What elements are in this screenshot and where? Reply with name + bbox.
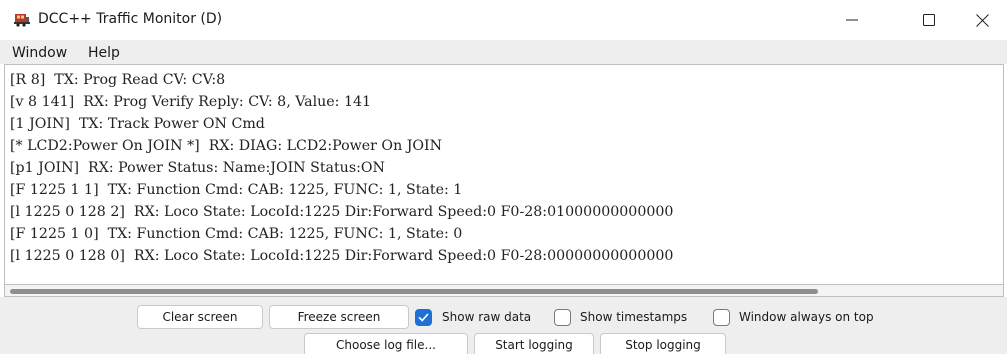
- freeze-screen-button[interactable]: Freeze screen: [269, 305, 409, 329]
- close-icon: [975, 13, 989, 27]
- log-line: [l 1225 0 128 2] RX: Loco State: LocoId:…: [10, 204, 674, 220]
- start-logging-button[interactable]: Start logging: [474, 333, 594, 354]
- show-timestamps-checkbox[interactable]: [554, 309, 571, 326]
- log-line: [F 1225 1 0] TX: Function Cmd: CAB: 1225…: [10, 226, 463, 242]
- title-bar: DCC++ Traffic Monitor (D): [0, 0, 1007, 40]
- choose-log-file-button[interactable]: Choose log file...: [304, 333, 468, 354]
- menu-bar: Window Help: [0, 40, 1007, 64]
- log-console[interactable]: [R 8] TX: Prog Read CV: CV:8 [v 8 141] R…: [4, 64, 1004, 285]
- menu-help[interactable]: Help: [88, 45, 120, 61]
- stop-logging-button[interactable]: Stop logging: [600, 333, 726, 354]
- clear-screen-button[interactable]: Clear screen: [137, 305, 263, 329]
- log-line: [* LCD2:Power On JOIN *] RX: DIAG: LCD2:…: [10, 138, 443, 154]
- window-always-on-top-label: Window always on top: [739, 310, 874, 324]
- log-line: [v 8 141] RX: Prog Verify Reply: CV: 8, …: [10, 94, 372, 110]
- maximize-button[interactable]: [906, 0, 952, 40]
- checkmark-icon: [418, 313, 429, 322]
- maximize-icon: [923, 14, 935, 26]
- show-timestamps-label: Show timestamps: [580, 310, 688, 324]
- window-title: DCC++ Traffic Monitor (D): [38, 11, 223, 27]
- train-icon: [14, 11, 30, 27]
- log-line: [l 1225 0 128 0] RX: Loco State: LocoId:…: [10, 248, 674, 264]
- close-button[interactable]: [959, 0, 1005, 40]
- menu-window[interactable]: Window: [12, 45, 67, 61]
- window-always-on-top-checkbox[interactable]: [713, 309, 730, 326]
- minimize-button[interactable]: [829, 0, 875, 40]
- control-panel: Clear screen Freeze screen Show raw data…: [0, 297, 1007, 354]
- log-line: [R 8] TX: Prog Read CV: CV:8: [10, 72, 226, 88]
- log-line: [p1 JOIN] RX: Power Status: Name:JOIN St…: [10, 160, 385, 176]
- horizontal-scrollbar[interactable]: [4, 285, 1004, 297]
- minimize-icon: [846, 19, 858, 21]
- log-line: [F 1225 1 1] TX: Function Cmd: CAB: 1225…: [10, 182, 463, 198]
- show-raw-data-label: Show raw data: [442, 310, 532, 324]
- show-raw-data-checkbox[interactable]: [415, 309, 432, 326]
- log-line: [1 JOIN] TX: Track Power ON Cmd: [10, 116, 265, 132]
- scrollbar-thumb[interactable]: [10, 289, 818, 294]
